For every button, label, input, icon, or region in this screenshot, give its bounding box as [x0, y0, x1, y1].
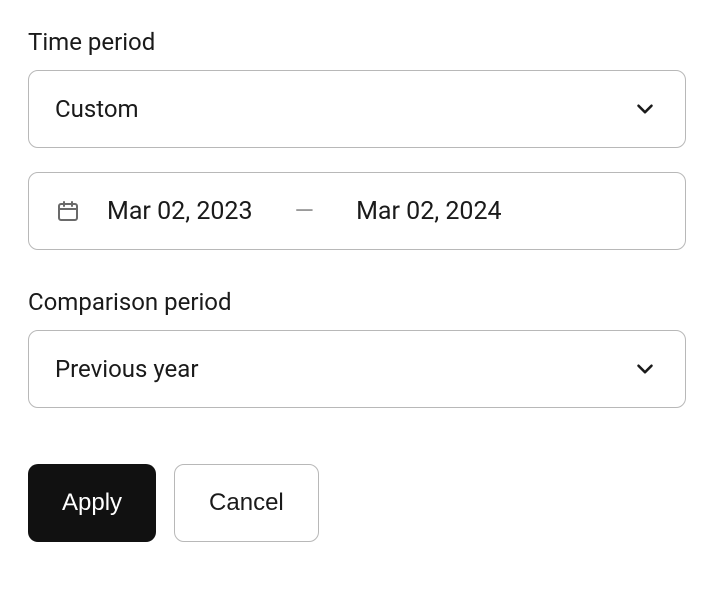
time-period-select[interactable]: Custom: [28, 70, 686, 148]
comparison-period-section: Comparison period Previous year: [28, 288, 686, 408]
chevron-down-icon: [631, 355, 659, 383]
date-range-separator: —: [271, 197, 339, 226]
time-period-value: Custom: [55, 95, 631, 123]
time-period-section: Time period Custom Mar 02, 2023 — Mar 02…: [28, 28, 686, 250]
date-range-start: Mar 02, 2023: [107, 197, 253, 226]
chevron-down-icon: [631, 95, 659, 123]
cancel-button[interactable]: Cancel: [174, 464, 319, 542]
comparison-period-value: Previous year: [55, 355, 631, 383]
comparison-period-select[interactable]: Previous year: [28, 330, 686, 408]
comparison-period-label: Comparison period: [28, 288, 686, 316]
action-buttons: Apply Cancel: [28, 464, 686, 542]
date-range-picker[interactable]: Mar 02, 2023 — Mar 02, 2024: [28, 172, 686, 250]
time-period-label: Time period: [28, 28, 686, 56]
calendar-icon: [55, 198, 81, 224]
apply-button[interactable]: Apply: [28, 464, 156, 542]
date-range-end: Mar 02, 2024: [356, 197, 502, 226]
